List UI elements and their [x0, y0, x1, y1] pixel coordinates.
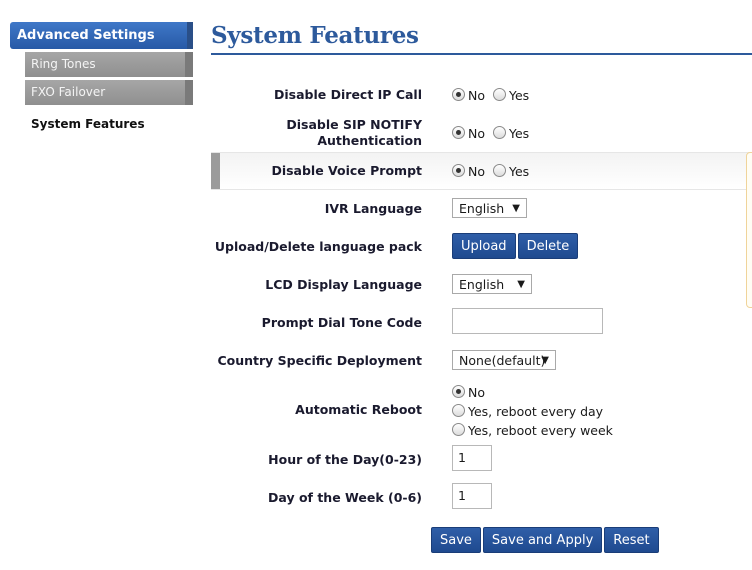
radio-unchecked-icon[interactable] — [492, 126, 506, 139]
label-lcd-display-language: LCD Display Language — [265, 277, 422, 292]
sidebar-item-ring-tones[interactable]: Ring Tones — [25, 52, 193, 77]
label-hour-of-day: Hour of the Day(0-23) — [268, 452, 422, 467]
radio-label: Yes — [508, 164, 530, 179]
title-divider — [211, 53, 752, 55]
radio-label: No — [468, 385, 485, 400]
radio-label: Yes, reboot every day — [468, 404, 604, 419]
radio-label: Yes, reboot every week — [468, 423, 613, 438]
help-tooltip — [746, 152, 752, 308]
chevron-down-icon: ▼ — [517, 279, 525, 290]
chevron-down-icon: ▼ — [541, 355, 549, 366]
label-prompt-dial-tone-code: Prompt Dial Tone Code — [261, 315, 422, 330]
radio-label: No — [468, 126, 485, 141]
label-country-specific-deployment: Country Specific Deployment — [217, 353, 422, 368]
label-disable-sip-notify-auth: Disable SIP NOTIFY Authentication — [192, 117, 422, 149]
radio-label: No — [468, 164, 485, 179]
label-disable-direct-ip-call: Disable Direct IP Call — [274, 87, 422, 102]
radio-checked-icon[interactable] — [452, 385, 465, 398]
sidebar-header-advanced-settings[interactable]: Advanced Settings — [10, 22, 193, 49]
select-value: None(default) — [459, 353, 546, 368]
ivr-language-select[interactable]: English ▼ — [452, 198, 527, 218]
label-disable-voice-prompt: Disable Voice Prompt — [271, 163, 422, 178]
label-day-of-week: Day of the Week (0-6) — [268, 490, 422, 505]
radio-reboot-no[interactable]: No — [452, 383, 613, 402]
radio-voice-prompt-no[interactable]: No — [452, 164, 485, 179]
label-ivr-language: IVR Language — [324, 201, 422, 216]
radio-reboot-every-week[interactable]: Yes, reboot every week — [452, 421, 613, 440]
chevron-down-icon: ▼ — [512, 203, 520, 214]
radio-checked-icon[interactable] — [452, 164, 465, 177]
lcd-language-select[interactable]: English ▼ — [452, 274, 532, 294]
radio-direct-ip-yes[interactable]: Yes — [492, 88, 530, 103]
save-and-apply-button[interactable]: Save and Apply — [482, 527, 603, 553]
action-bar: Save Save and Apply Reset — [431, 527, 661, 553]
radio-unchecked-icon[interactable] — [452, 404, 465, 417]
radio-label: No — [468, 88, 485, 103]
label-automatic-reboot: Automatic Reboot — [295, 402, 422, 417]
reset-button[interactable]: Reset — [604, 527, 659, 553]
radio-label: Yes — [508, 126, 530, 141]
radio-reboot-every-day[interactable]: Yes, reboot every day — [452, 402, 613, 421]
upload-button[interactable]: Upload — [452, 233, 516, 259]
radio-sip-notify-no[interactable]: No — [452, 126, 485, 141]
radio-sip-notify-yes[interactable]: Yes — [492, 126, 530, 141]
day-of-week-input[interactable]: 1 — [452, 483, 492, 509]
save-button[interactable]: Save — [431, 527, 481, 553]
country-deployment-select[interactable]: None(default) ▼ — [452, 350, 556, 370]
hour-of-day-input[interactable]: 1 — [452, 445, 492, 471]
select-value: English — [459, 277, 505, 292]
radio-unchecked-icon[interactable] — [492, 164, 506, 177]
delete-button[interactable]: Delete — [517, 233, 579, 259]
radio-unchecked-icon[interactable] — [452, 423, 465, 436]
sidebar: Advanced Settings Ring Tones FXO Failove… — [10, 22, 193, 137]
radio-voice-prompt-yes[interactable]: Yes — [492, 164, 530, 179]
radio-label: Yes — [508, 88, 530, 103]
radio-checked-icon[interactable] — [452, 88, 465, 101]
label-line: Authentication — [317, 133, 422, 148]
page-title: System Features — [211, 22, 419, 49]
label-line: Disable SIP NOTIFY — [286, 117, 422, 132]
radio-unchecked-icon[interactable] — [492, 88, 506, 101]
sidebar-item-system-features[interactable]: System Features — [25, 112, 193, 137]
label-language-pack: Upload/Delete language pack — [214, 239, 422, 254]
select-value: English — [459, 201, 505, 216]
radio-direct-ip-no[interactable]: No — [452, 88, 485, 103]
sidebar-item-fxo-failover[interactable]: FXO Failover — [25, 80, 193, 105]
radio-checked-icon[interactable] — [452, 126, 465, 139]
prompt-dial-tone-code-input[interactable] — [452, 308, 603, 334]
